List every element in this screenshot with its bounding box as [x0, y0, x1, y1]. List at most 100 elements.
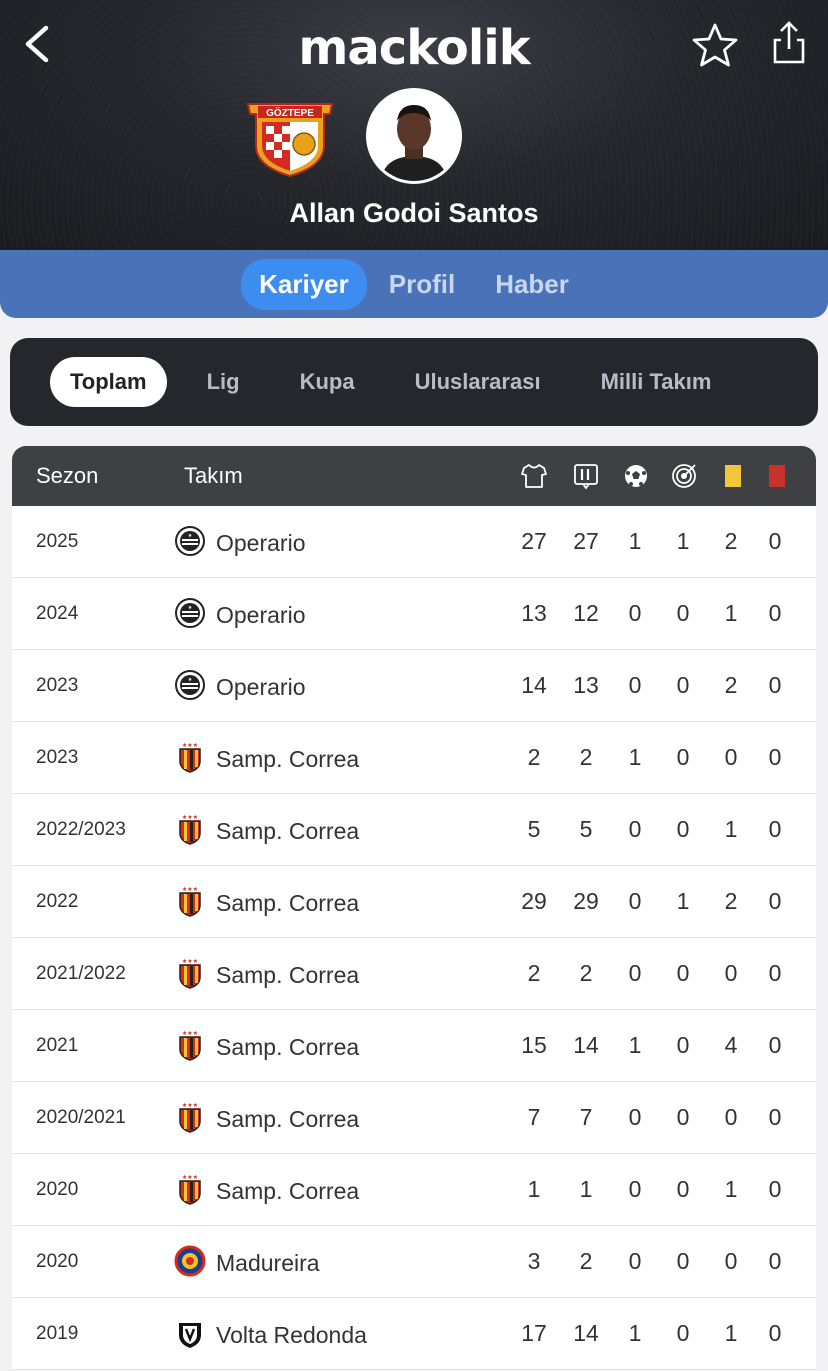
assists-cell: 0 — [676, 1248, 690, 1274]
team-cell[interactable]: Madureira — [174, 1245, 320, 1282]
season-cell: 2023 — [36, 747, 79, 768]
team-logo: ★ — [174, 669, 206, 706]
team-cell[interactable]: ★ Operario — [174, 597, 305, 634]
season-cell: 2019 — [36, 1323, 79, 1344]
season-cell: 2020/2021 — [36, 1107, 126, 1128]
svg-text:★★★: ★★★ — [182, 742, 198, 749]
season-cell: 2024 — [36, 603, 79, 624]
team-name: Volta Redonda — [216, 1322, 367, 1348]
season-cell: 2020 — [36, 1179, 79, 1200]
team-logo: ★★★ — [174, 741, 206, 778]
team-cell[interactable]: ★ Operario — [174, 669, 305, 706]
team-name: Samp. Correa — [216, 1034, 360, 1060]
team-cell[interactable]: ★★★ Samp. Correa — [174, 885, 359, 922]
assists-cell: 0 — [676, 1104, 690, 1130]
club-crest[interactable]: GÖZTEPE — [244, 96, 336, 178]
filter-kupa[interactable]: Kupa — [280, 357, 375, 407]
red-cards-cell: 0 — [768, 816, 782, 842]
season-cell: 2022 — [36, 891, 79, 912]
team-cell[interactable]: ★★★ Samp. Correa — [174, 957, 359, 994]
filter-uluslararasi[interactable]: Uluslararası — [395, 357, 561, 407]
appearances-cell: 15 — [521, 1032, 547, 1058]
yellow-cards-cell: 0 — [724, 1248, 738, 1274]
starts-cell: 27 — [573, 528, 599, 554]
team-cell[interactable]: ★★★ Samp. Correa — [174, 813, 359, 850]
table-row[interactable]: 2019 Volta Redonda 17 14 1 0 1 0 — [12, 1298, 816, 1370]
goal-ball-icon — [625, 465, 647, 487]
team-cell[interactable]: ★★★ Samp. Correa — [174, 1101, 359, 1138]
table-row[interactable]: 2022 ★★★ Samp. Correa 29 29 0 1 2 0 — [12, 866, 816, 938]
red-cards-cell: 0 — [768, 1320, 782, 1346]
svg-text:★: ★ — [188, 605, 193, 611]
appearances-cell: 2 — [527, 744, 541, 770]
competition-filter-bar: Toplam Lig Kupa Uluslararası Milli Takım — [10, 338, 818, 426]
filter-toplam[interactable]: Toplam — [50, 357, 167, 407]
goals-cell: 1 — [628, 528, 642, 554]
red-cards-cell: 0 — [768, 1104, 782, 1130]
table-row[interactable]: 2023 ★ Operario 14 13 0 0 2 0 — [12, 650, 816, 722]
header-season: Sezon — [36, 463, 99, 488]
lineup-eleven-icon — [574, 464, 598, 490]
tab-profil[interactable]: Profil — [371, 259, 473, 310]
tab-kariyer[interactable]: Kariyer — [241, 258, 367, 310]
goals-cell: 0 — [628, 672, 642, 698]
red-cards-cell: 0 — [768, 600, 782, 626]
table-row[interactable]: 2024 ★ Operario 13 12 0 0 1 0 — [12, 578, 816, 650]
team-name: Samp. Correa — [216, 818, 360, 844]
season-cell: 2025 — [36, 531, 79, 552]
table-row[interactable]: 2025 ★ Operario 27 27 1 1 2 0 — [12, 506, 816, 578]
starts-cell: 2 — [579, 960, 593, 986]
table-row[interactable]: 2021/2022 ★★★ Samp. Correa 2 2 0 0 0 0 — [12, 938, 816, 1010]
starts-cell: 12 — [573, 600, 599, 626]
season-cell: 2020 — [36, 1251, 79, 1272]
header-team: Takım — [184, 463, 243, 488]
appearances-cell: 14 — [521, 672, 547, 698]
tab-haber[interactable]: Haber — [477, 259, 587, 310]
goals-cell: 0 — [628, 816, 642, 842]
svg-text:★★★: ★★★ — [182, 1030, 198, 1037]
assists-cell: 1 — [676, 888, 690, 914]
season-cell: 2021/2022 — [36, 963, 126, 984]
assists-cell: 0 — [676, 1032, 690, 1058]
red-cards-cell: 0 — [768, 888, 782, 914]
season-cell: 2021 — [36, 1035, 79, 1056]
table-body: 2025 ★ Operario 27 27 1 1 2 0 2024 ★ Operario 13 12 0 0… — [12, 506, 816, 1370]
yellow-cards-cell: 2 — [724, 672, 738, 698]
favorite-button[interactable] — [690, 22, 740, 68]
team-logo: ★ — [174, 525, 206, 562]
team-cell[interactable]: Volta Redonda — [174, 1317, 367, 1354]
table-row[interactable]: 2020 Madureira 3 2 0 0 0 0 — [12, 1226, 816, 1298]
appearances-cell: 5 — [527, 816, 541, 842]
team-cell[interactable]: ★ Operario — [174, 525, 305, 562]
svg-text:★★★: ★★★ — [182, 1174, 198, 1181]
starts-cell: 2 — [579, 744, 593, 770]
table-row[interactable]: 2023 ★★★ Samp. Correa 2 2 1 0 0 0 — [12, 722, 816, 794]
season-cell: 2023 — [36, 675, 79, 696]
player-header: mackolik GÖZTEPE Allan Godoi Santos — [0, 0, 828, 252]
table-row[interactable]: 2020/2021 ★★★ Samp. Correa 7 7 0 0 0 0 — [12, 1082, 816, 1154]
starts-cell: 5 — [579, 816, 593, 842]
share-button[interactable] — [768, 20, 810, 66]
star-icon — [692, 23, 738, 67]
appearances-cell: 7 — [527, 1104, 541, 1130]
team-name: Madureira — [216, 1250, 320, 1276]
table-row[interactable]: 2022/2023 ★★★ Samp. Correa 5 5 0 0 1 0 — [12, 794, 816, 866]
yellow-cards-cell: 1 — [724, 1320, 738, 1346]
jersey-icon — [521, 464, 547, 488]
club-crest-label: GÖZTEPE — [266, 106, 314, 119]
yellow-cards-cell: 1 — [724, 600, 738, 626]
team-name: Samp. Correa — [216, 746, 360, 772]
filter-milli-takim[interactable]: Milli Takım — [581, 357, 732, 407]
table-row[interactable]: 2020 ★★★ Samp. Correa 1 1 0 0 1 0 — [12, 1154, 816, 1226]
assists-cell: 0 — [676, 672, 690, 698]
team-cell[interactable]: ★★★ Samp. Correa — [174, 1029, 359, 1066]
table-row[interactable]: 2021 ★★★ Samp. Correa 15 14 1 0 4 0 — [12, 1010, 816, 1082]
appearances-cell: 1 — [527, 1176, 541, 1202]
yellow-cards-cell: 2 — [724, 528, 738, 554]
team-cell[interactable]: ★★★ Samp. Correa — [174, 1173, 359, 1210]
team-name: Samp. Correa — [216, 890, 360, 916]
team-logo: ★★★ — [174, 1101, 206, 1138]
team-cell[interactable]: ★★★ Samp. Correa — [174, 741, 359, 778]
filter-lig[interactable]: Lig — [187, 357, 260, 407]
svg-text:★★★: ★★★ — [182, 886, 198, 893]
